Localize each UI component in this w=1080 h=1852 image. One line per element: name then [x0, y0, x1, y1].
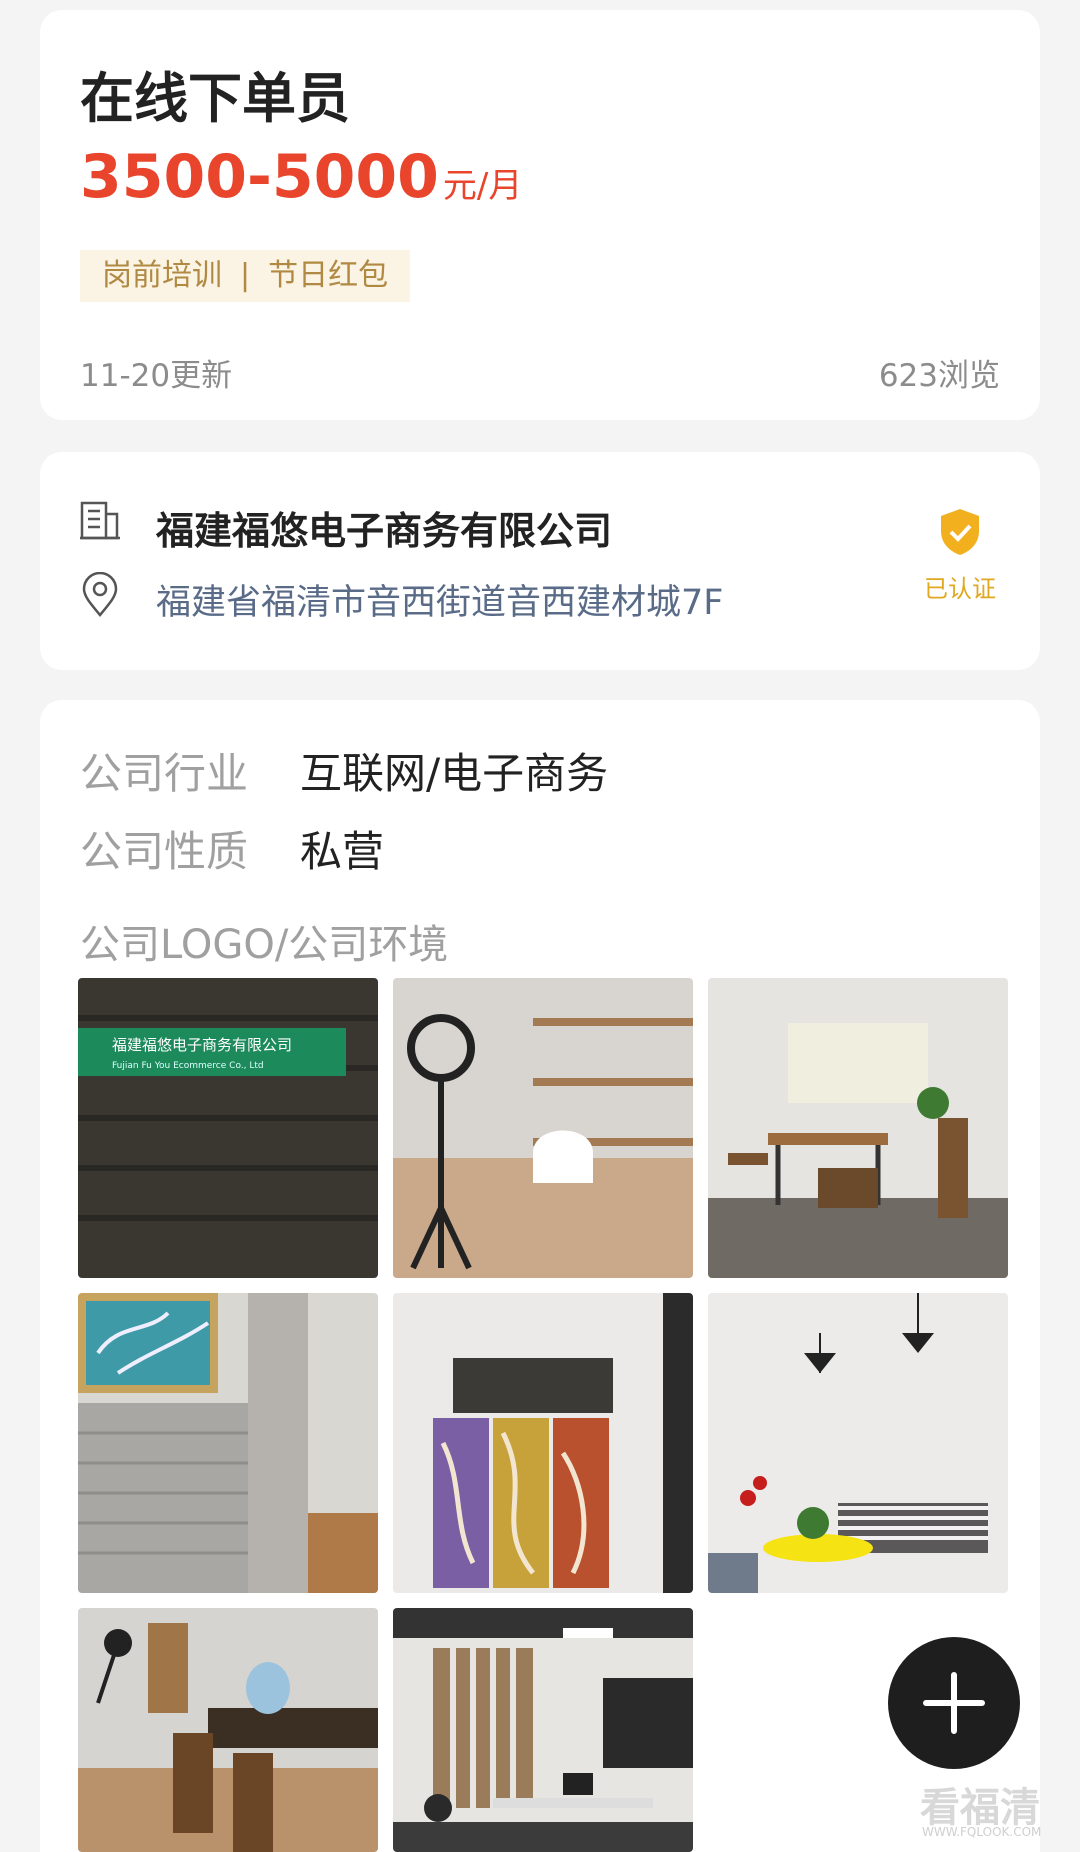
photo-logo-sign[interactable]: 福建福悠电子商务有限公司 Fujian Fu You Ecommerce Co.…	[78, 978, 378, 1278]
view-count: 623浏览	[878, 358, 1000, 394]
nature-value: 私营	[300, 827, 385, 876]
building-icon	[78, 498, 122, 546]
industry-row: 公司行业 互联网/电子商务	[80, 740, 608, 801]
photo-tea-room[interactable]	[708, 978, 1008, 1278]
salary-amount: 3500-5000	[80, 142, 439, 212]
nature-label: 公司性质	[80, 827, 249, 876]
watermark-url: WWW.FQLOOK.COM	[922, 1825, 1042, 1839]
update-date: 11-20更新	[80, 358, 233, 394]
sign-subtext: Fujian Fu You Ecommerce Co., Ltd	[112, 1061, 264, 1071]
verified-shield-icon	[938, 509, 982, 561]
location-pin-icon	[78, 571, 122, 622]
tag-training: 岗前培训	[102, 258, 222, 293]
benefit-tags: 岗前培训 | 节日红包	[80, 250, 411, 302]
photo-lounge-sofa[interactable]	[708, 1293, 1008, 1593]
plus-icon	[923, 1672, 985, 1734]
tag-red-envelope: 节日红包	[268, 258, 389, 293]
company-card[interactable]: 福建福悠电子商务有限公司 福建省福清市音西街道音西建材城7F 已认证	[40, 452, 1040, 670]
salary-unit: 元/月	[442, 166, 523, 206]
industry-label: 公司行业	[80, 749, 249, 798]
tag-separator: |	[240, 258, 251, 293]
job-title: 在线下单员	[80, 67, 350, 130]
verified-badge: 已认证	[920, 507, 1000, 604]
nature-row: 公司性质 私营	[80, 818, 384, 879]
photo-art-panels[interactable]	[393, 1293, 693, 1593]
company-address[interactable]: 福建省福清市音西街道音西建材城7F	[156, 574, 723, 625]
job-summary-card: 在线下单员 3500-5000 元/月 岗前培训 | 节日红包 11-20更新 623…	[40, 10, 1040, 420]
sign-text: 福建福悠电子商务有限公司	[112, 1036, 292, 1054]
industry-value: 互联网/电子商务	[300, 749, 609, 798]
photo-office-desks[interactable]	[393, 1608, 693, 1852]
add-fab-button[interactable]	[888, 1637, 1020, 1769]
photo-painting-brick-wall[interactable]	[78, 1293, 378, 1593]
photo-dining-table[interactable]	[78, 1608, 378, 1852]
environment-label: 公司LOGO/公司环境	[80, 922, 449, 968]
photo-studio-ring-light[interactable]	[393, 978, 693, 1278]
verified-label: 已认证	[924, 575, 996, 603]
company-name[interactable]: 福建福悠电子商务有限公司	[156, 500, 612, 555]
salary: 3500-5000 元/月	[80, 142, 522, 212]
